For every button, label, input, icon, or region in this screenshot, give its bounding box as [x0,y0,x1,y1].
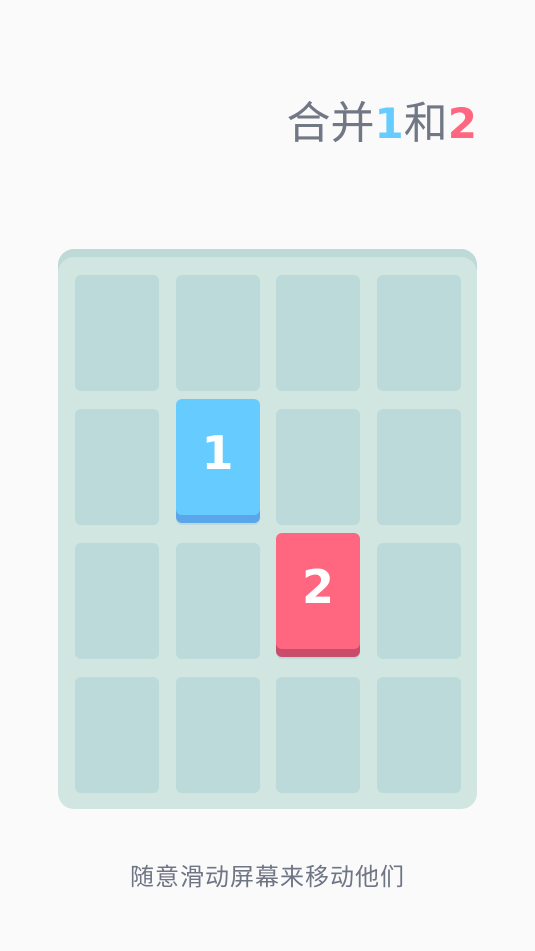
tutorial-title: 合并 1 和 2 [287,92,477,156]
tile-1[interactable]: 1 [175,399,260,515]
board-cell [75,677,159,793]
tile-2[interactable]: 2 [276,533,360,649]
board-cell [376,275,461,391]
board-cell [175,677,260,793]
board-cell [75,409,159,525]
board-cell [376,409,461,525]
game-board[interactable]: 12 [58,249,477,809]
board-cell [276,409,360,525]
board-cell [276,677,360,793]
board-cell [75,275,159,391]
title-number-one: 1 [374,99,404,148]
board-cell [376,543,461,659]
title-text-merge: 合并 [286,98,375,149]
board-cell [75,543,159,659]
swipe-hint: 随意滑动屏幕来移动他们 [130,863,405,891]
board-cell [175,543,260,659]
title-text-and: 和 [403,98,448,149]
board-cell [175,275,260,391]
title-number-two: 2 [447,99,477,148]
board-cell [276,275,360,391]
board-cell [376,677,461,793]
